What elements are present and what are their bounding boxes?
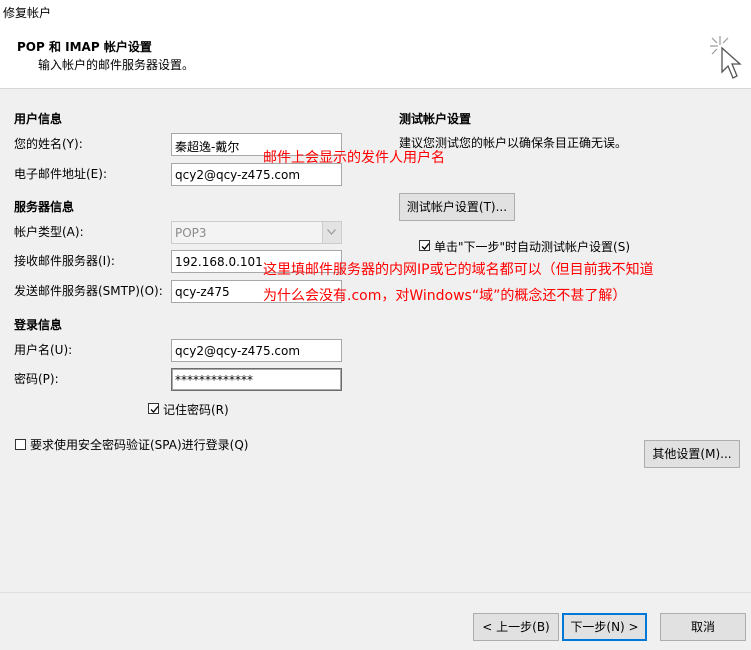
annotation-sender-name: 邮件上会显示的发件人用户名 <box>263 150 445 166</box>
auto-test-checkbox[interactable] <box>419 240 430 251</box>
window-title: 修复帐户 <box>3 6 52 20</box>
test-account-button[interactable]: 测试帐户设置(T)... <box>399 193 515 221</box>
username-input[interactable]: qcy2@qcy-z475.com <box>171 339 342 362</box>
password-input[interactable]: ************* <box>171 368 342 391</box>
section-login-info: 登录信息 <box>14 318 63 332</box>
password-label: 密码(P): <box>14 372 59 386</box>
account-type-select: POP3 <box>171 221 342 244</box>
cancel-button[interactable]: 取消 <box>660 613 746 641</box>
title-bar: 修复帐户 <box>0 0 751 24</box>
spa-checkbox[interactable] <box>15 439 26 450</box>
more-settings-button[interactable]: 其他设置(M)... <box>644 440 740 468</box>
name-label: 您的姓名(Y): <box>14 137 83 151</box>
username-label: 用户名(U): <box>14 343 73 357</box>
outgoing-server-label: 发送邮件服务器(SMTP)(O): <box>14 284 163 298</box>
dialog-header: POP 和 IMAP 帐户设置 输入帐户的邮件服务器设置。 <box>0 24 751 89</box>
spa-label: 要求使用安全密码验证(SPA)进行登录(Q) <box>30 438 249 452</box>
account-type-value: POP3 <box>175 226 207 240</box>
page-subtitle: 输入帐户的邮件服务器设置。 <box>38 58 195 72</box>
auto-test-label: 单击"下一步"时自动测试帐户设置(S) <box>434 240 631 254</box>
checkmark-icon <box>150 406 159 413</box>
section-test-settings: 测试帐户设置 <box>399 112 472 126</box>
footer-divider <box>0 592 751 593</box>
account-type-label: 帐户类型(A): <box>14 225 84 239</box>
checkmark-icon <box>421 243 430 250</box>
remember-password-label: 记住密码(R) <box>163 403 229 417</box>
cursor-sparkle-icon <box>706 32 748 84</box>
remember-password-checkbox[interactable] <box>148 403 159 414</box>
section-user-info: 用户信息 <box>14 112 63 126</box>
email-label: 电子邮件地址(E): <box>14 167 107 181</box>
annotation-server-line1: 这里填邮件服务器的内网IP或它的域名都可以（但目前我不知道 <box>263 262 654 278</box>
incoming-server-label: 接收邮件服务器(I): <box>14 254 115 268</box>
back-button[interactable]: < 上一步(B) <box>473 613 559 641</box>
annotation-server-line2: 为什么会没有.com，对Windows“域”的概念还不甚了解） <box>263 288 627 304</box>
chevron-down-icon <box>322 222 341 243</box>
next-button[interactable]: 下一步(N) > <box>562 613 647 641</box>
section-server-info: 服务器信息 <box>14 200 75 214</box>
page-title: POP 和 IMAP 帐户设置 <box>17 40 152 54</box>
